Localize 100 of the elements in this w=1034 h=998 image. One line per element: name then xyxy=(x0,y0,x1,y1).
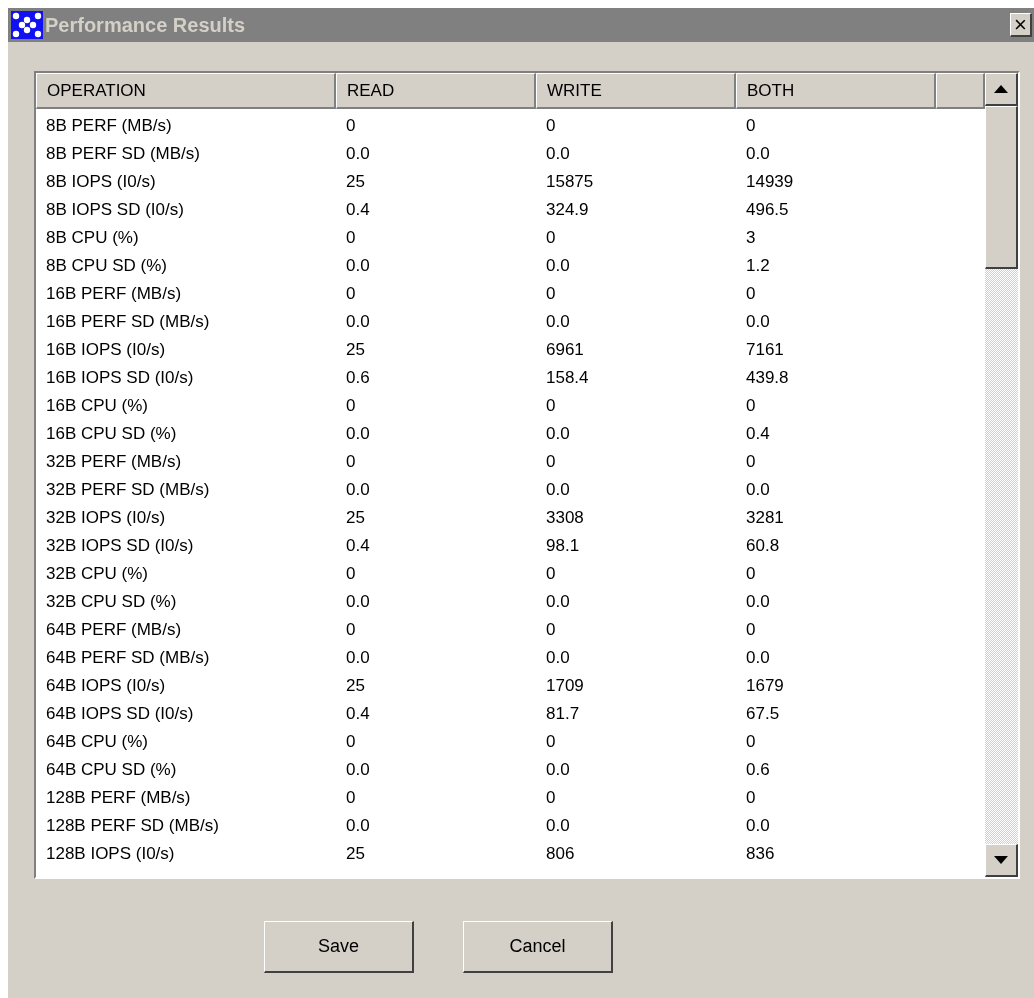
table-cell-text: 0 xyxy=(745,787,757,809)
table-cell-text: 0.4 xyxy=(345,199,371,221)
column-header[interactable]: READ xyxy=(336,73,536,109)
table-cell-text: 32B PERF SD (MB/s) xyxy=(45,479,211,501)
table-cell-text: 0.0 xyxy=(545,591,571,613)
table-cell-text: 32B IOPS (I0/s) xyxy=(45,507,167,529)
scrollbar-thumb[interactable] xyxy=(985,106,1018,269)
table-cell-text: 0 xyxy=(745,283,757,305)
table-cell-text: 0.4 xyxy=(745,423,771,445)
scroll-down-button[interactable] xyxy=(985,844,1018,877)
table-cell-text: 64B PERF SD (MB/s) xyxy=(45,647,211,669)
table-cell-text: 32B CPU SD (%) xyxy=(45,591,178,613)
table-cell-text: 0 xyxy=(545,115,557,137)
table-cell-text: 0.0 xyxy=(545,647,571,669)
table-cell-text: 0 xyxy=(345,395,357,417)
table-cell-text: 25 xyxy=(345,171,366,193)
table-cell-text: 0.0 xyxy=(745,815,771,837)
table-cell-text: 439.8 xyxy=(745,367,790,389)
table-cell-text: 98.1 xyxy=(545,535,581,557)
table-cell-text: 0 xyxy=(345,619,357,641)
table-cell-text: 0 xyxy=(745,563,757,585)
table-cell-text: 806 xyxy=(545,843,576,865)
table-cell-text: 0.0 xyxy=(745,143,771,165)
table-cell-text: 1679 xyxy=(745,675,785,697)
table-cell-text: 0.0 xyxy=(545,255,571,277)
table-cell-text: 0 xyxy=(345,227,357,249)
table-cell-text: 16B IOPS (I0/s) xyxy=(45,339,167,361)
table-cell-text: 8B PERF (MB/s) xyxy=(45,115,173,137)
table-cell-text: 0.0 xyxy=(745,647,771,669)
table-cell-text: 16B CPU (%) xyxy=(45,395,150,417)
table-cell-text: 0 xyxy=(345,787,357,809)
table-cell-text: 25 xyxy=(345,339,366,361)
table-cell-text: 0 xyxy=(545,563,557,585)
column-header[interactable]: BOTH xyxy=(736,73,936,109)
table-cell-text: 0.0 xyxy=(345,815,371,837)
table-cell-text: 8B IOPS (I0/s) xyxy=(45,171,157,193)
table-cell-text: 32B CPU (%) xyxy=(45,563,150,585)
table-cell-text: 0.0 xyxy=(345,759,371,781)
table-cell-text: 0.0 xyxy=(745,479,771,501)
table-cell-text: 0.0 xyxy=(545,479,571,501)
table-cell-text: 0.0 xyxy=(545,143,571,165)
table-cell-text: 0.0 xyxy=(745,311,771,333)
table-cell-text: 0.0 xyxy=(545,759,571,781)
table-cell-text: 25 xyxy=(345,843,366,865)
window-title: Performance Results xyxy=(45,13,246,38)
table-cell-text: 0 xyxy=(745,451,757,473)
table-cell-text: 8B PERF SD (MB/s) xyxy=(45,143,201,165)
table-cell-text: 64B PERF (MB/s) xyxy=(45,619,183,641)
table-cell-text: 8B IOPS SD (I0/s) xyxy=(45,199,185,221)
table-cell-text: 0.0 xyxy=(345,311,371,333)
table-cell-text: 158.4 xyxy=(545,367,590,389)
table-cell-text: 0 xyxy=(545,283,557,305)
table-cell-text: 81.7 xyxy=(545,703,581,725)
cancel-button[interactable]: Cancel xyxy=(463,921,613,973)
column-header[interactable]: OPERATION xyxy=(36,73,336,109)
table-cell-text: 25 xyxy=(345,507,366,529)
table-cell-text: 8B CPU SD (%) xyxy=(45,255,168,277)
table-cell-text: 1709 xyxy=(545,675,585,697)
table-cell-text: 64B IOPS (I0/s) xyxy=(45,675,167,697)
table-cell-text: 0.4 xyxy=(345,535,371,557)
table-cell-text: 0 xyxy=(345,563,357,585)
column-header[interactable]: WRITE xyxy=(536,73,736,109)
table-cell-text: 3281 xyxy=(745,507,785,529)
close-button[interactable]: × xyxy=(1010,13,1032,37)
table-cell-text: 0 xyxy=(345,451,357,473)
table-cell-text: 64B CPU (%) xyxy=(45,731,150,753)
scroll-up-button[interactable] xyxy=(985,73,1018,106)
table-cell-text: 0 xyxy=(745,395,757,417)
table-cell-text: 3308 xyxy=(545,507,585,529)
table-cell-text: 67.5 xyxy=(745,703,781,725)
table-cell-text: 16B PERF (MB/s) xyxy=(45,283,183,305)
table-cell-text: 3 xyxy=(745,227,757,249)
table-cell-text: 128B PERF SD (MB/s) xyxy=(45,815,220,837)
table-cell-text: 16B CPU SD (%) xyxy=(45,423,178,445)
save-button[interactable]: Save xyxy=(264,921,414,973)
table-cell-text: 7161 xyxy=(745,339,785,361)
table-cell-text: 64B CPU SD (%) xyxy=(45,759,178,781)
table-cell-text: 0 xyxy=(545,619,557,641)
table-cell-text: 0.0 xyxy=(545,423,571,445)
table-cell-text: 0.0 xyxy=(345,143,371,165)
table-cell-text: 0 xyxy=(545,787,557,809)
table-cell-text: 0.0 xyxy=(345,255,371,277)
table-cell-text: 128B PERF (MB/s) xyxy=(45,787,192,809)
vertical-scrollbar[interactable] xyxy=(985,73,1018,877)
table-cell-text: 0 xyxy=(745,619,757,641)
table-cell-text: 0.0 xyxy=(345,423,371,445)
table-cell-text: 496.5 xyxy=(745,199,790,221)
table-cell-text: 1.2 xyxy=(745,255,771,277)
table-cell-text: 0 xyxy=(545,227,557,249)
table-cell-text: 0 xyxy=(345,731,357,753)
table-cell-text: 32B PERF (MB/s) xyxy=(45,451,183,473)
table-cell-text: 0.0 xyxy=(345,479,371,501)
table-cell-text: 64B IOPS SD (I0/s) xyxy=(45,703,195,725)
table-cell-text: 0.6 xyxy=(345,367,371,389)
table-cell-text: 324.9 xyxy=(545,199,590,221)
table-cell-text: 0.0 xyxy=(345,647,371,669)
table-cell-text: 0.6 xyxy=(745,759,771,781)
table-cell-text: 16B IOPS SD (I0/s) xyxy=(45,367,195,389)
table-cell-text: 0 xyxy=(545,395,557,417)
table-cell-text: 0 xyxy=(545,451,557,473)
